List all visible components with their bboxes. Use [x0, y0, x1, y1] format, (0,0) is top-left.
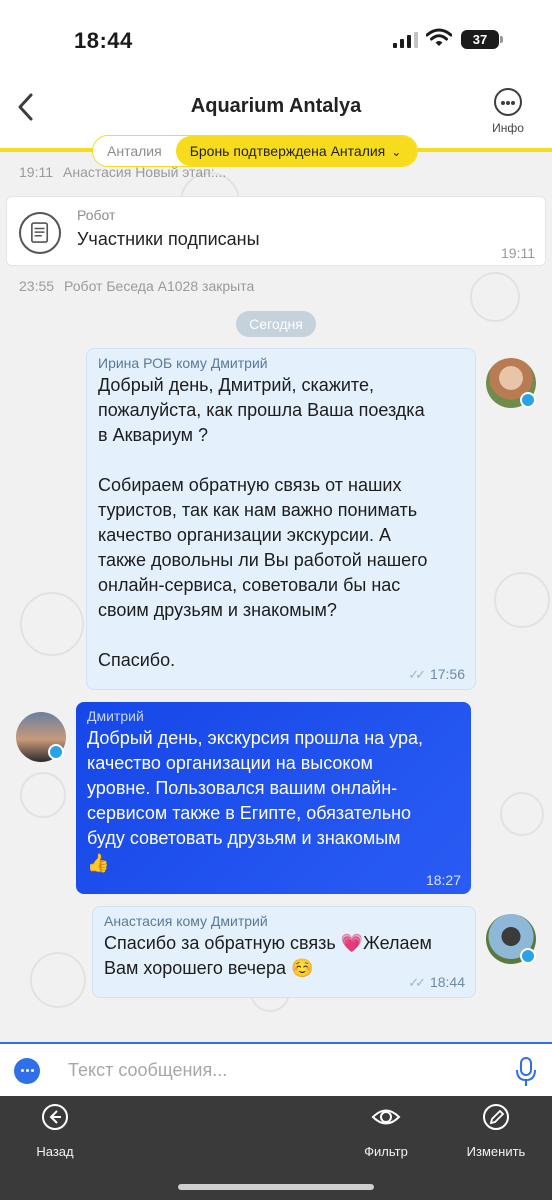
status-bar: 18:44 37: [0, 0, 552, 80]
back-arrow-icon[interactable]: [12, 90, 42, 124]
message-sender: Ирина РОБ кому Дмитрий: [98, 355, 268, 371]
message-input-bar: [0, 1042, 552, 1096]
signal-icon: [393, 32, 418, 48]
battery-icon: 37: [461, 30, 499, 49]
robot-text: Участники подписаны: [77, 229, 260, 249]
background-doodle: [470, 272, 520, 322]
message-text: Спасибо за обратную связь 💗Желаем Вам хо…: [104, 933, 432, 978]
document-icon: [19, 212, 61, 254]
city-chip[interactable]: Анталия: [93, 136, 176, 166]
edit-button[interactable]: Изменить: [456, 1102, 536, 1159]
status-dropdown[interactable]: Бронь подтверждена Анталия ⌄: [175, 136, 418, 166]
message-text: Добрый день, Дмитрий, скажите, пожалуйст…: [98, 375, 428, 670]
chat-area[interactable]: 19:11 Анастасия Новый этап:... Робот Учас…: [0, 152, 552, 1042]
message-sender: Дмитрий: [87, 708, 144, 724]
home-indicator: [178, 1184, 374, 1190]
status-time: 18:44: [74, 28, 133, 53]
back-button[interactable]: Назад: [15, 1102, 95, 1159]
info-label: Инфо: [492, 121, 524, 135]
system-message-time: 23:55: [19, 278, 55, 294]
background-doodle: [30, 952, 86, 1008]
robot-notice-card: Робот Участники подписаны 19:11: [6, 196, 546, 266]
filter-button[interactable]: Фильтр: [346, 1102, 426, 1159]
date-separator: Сегодня: [236, 311, 316, 337]
message-bubble[interactable]: Дмитрий Добрый день, экскурсия прошла на…: [76, 702, 471, 894]
battery-cap: [500, 36, 503, 43]
message-bubble[interactable]: Ирина РОБ кому Дмитрий Добрый день, Дмит…: [86, 348, 476, 690]
message-bubble[interactable]: Анастасия кому Дмитрий Спасибо за обратн…: [92, 906, 476, 998]
message-sender: Анастасия кому Дмитрий: [104, 913, 268, 929]
system-message: 23:55 Робот Беседа A1028 закрыта: [19, 278, 254, 294]
background-doodle: [20, 772, 66, 818]
info-button[interactable]: Инфо: [484, 88, 532, 136]
read-ticks-icon: ✓✓: [408, 667, 426, 682]
system-message-text: Робот Беседа A1028 закрыта: [64, 278, 255, 294]
message-input[interactable]: [54, 1050, 494, 1090]
robot-time: 19:11: [501, 245, 535, 261]
chevron-down-icon: ⌄: [391, 145, 402, 159]
chat-bubble-icon[interactable]: [14, 1058, 40, 1084]
robot-sender: Робот: [77, 207, 116, 223]
booking-chips: Анталия Бронь подтверждена Анталия ⌄: [92, 135, 419, 167]
telegram-icon: [520, 948, 536, 964]
back-label: Назад: [36, 1144, 74, 1159]
more-dots-icon: [494, 88, 522, 116]
message-time: 18:27: [425, 872, 461, 888]
system-message-time: 19:11: [19, 164, 53, 180]
filter-label: Фильтр: [364, 1144, 408, 1159]
read-ticks-icon: ✓✓: [408, 975, 426, 990]
message-text: Добрый день, экскурсия прошла на ура, ка…: [87, 728, 423, 873]
status-dropdown-label: Бронь подтверждена Анталия: [189, 143, 386, 159]
wifi-icon: [426, 28, 452, 46]
message-time: ✓✓ 18:44: [408, 974, 465, 990]
background-doodle: [20, 592, 84, 656]
telegram-icon: [520, 392, 536, 408]
edit-label: Изменить: [466, 1144, 526, 1159]
background-doodle: [500, 792, 544, 836]
pencil-icon: [483, 1104, 509, 1130]
eye-icon: [371, 1109, 401, 1125]
background-doodle: [494, 572, 550, 628]
microphone-icon[interactable]: [515, 1057, 537, 1087]
back-circle-icon: [42, 1104, 68, 1130]
telegram-icon: [48, 744, 64, 760]
message-time: ✓✓ 17:56: [408, 666, 465, 682]
page-title: Aquarium Antalya: [190, 95, 362, 117]
